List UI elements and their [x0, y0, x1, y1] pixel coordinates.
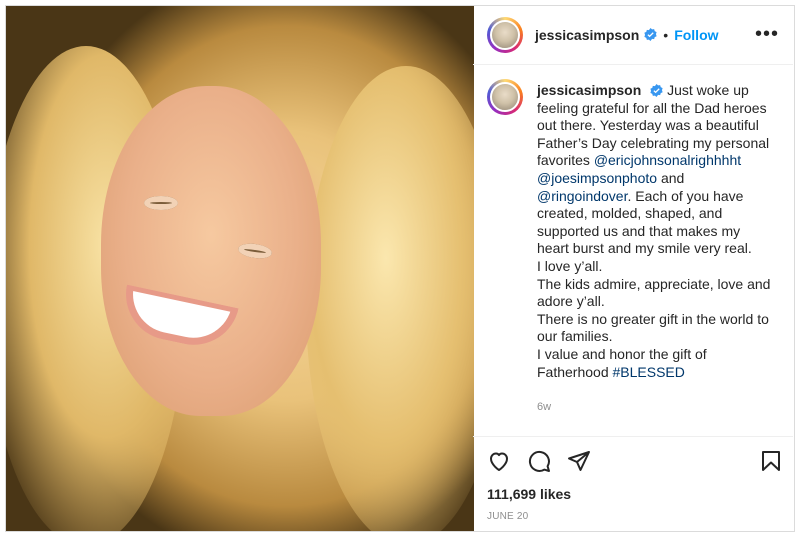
more-icon[interactable]: •••	[755, 23, 779, 46]
heart-icon[interactable]	[487, 449, 511, 473]
caption-line: heart burst and my smile very real.	[537, 240, 752, 257]
caption-text: and	[660, 169, 685, 186]
caption-line: The kids admire, appreciate, love and	[537, 275, 771, 292]
caption-line: out there. Yesterday was a beautiful	[537, 117, 759, 134]
likes-count[interactable]: 111,699 likes	[487, 486, 571, 502]
caption-line: I love y’all.	[537, 257, 603, 274]
caption-line: I value and honor the gift of	[537, 345, 707, 362]
verified-icon	[650, 84, 663, 97]
follow-button[interactable]: Follow	[674, 27, 718, 43]
post-photo[interactable]	[6, 6, 474, 531]
comment-icon[interactable]	[527, 449, 551, 473]
caption-line: There is no greater gift in the world to	[537, 310, 769, 327]
post-header: jessicasimpson • Follow •••	[473, 5, 793, 65]
caption-line: Father’s Day celebrating my personal	[537, 134, 770, 151]
caption-area: jessicasimpson Just woke up feeling grat…	[473, 65, 793, 437]
mention-link[interactable]: @ringoindover	[537, 188, 628, 204]
header-username[interactable]: jessicasimpson	[535, 27, 639, 43]
photo-face	[101, 86, 321, 416]
post-age[interactable]: 6w	[537, 401, 551, 413]
caption-text: Just woke up	[667, 82, 749, 98]
caption-line: our families.	[537, 328, 613, 345]
caption-line: adore y’all.	[537, 293, 605, 310]
mention-link[interactable]: @joesimpsonphoto	[537, 170, 657, 186]
caption-text: Fatherhood	[537, 363, 609, 380]
caption-line: created, molded, shaped, and	[537, 205, 723, 222]
avatar-image	[490, 19, 520, 50]
mention-link[interactable]: @ericjohnsonalrighhhht	[594, 152, 741, 168]
caption-username[interactable]: jessicasimpson	[537, 82, 641, 98]
hashtag-link[interactable]: #BLESSED	[613, 364, 685, 380]
action-bar	[473, 437, 793, 483]
caption-line: supported us and that makes my	[537, 222, 741, 239]
caption-avatar[interactable]	[487, 79, 523, 115]
caption-line: feeling grateful for all the Dad heroes	[537, 99, 767, 116]
photo-eye-left	[144, 196, 178, 210]
caption-text: . Each of you have	[627, 187, 744, 204]
photo-hair-right	[306, 66, 474, 531]
caption-text: favorites	[537, 152, 590, 169]
avatar[interactable]	[487, 16, 523, 53]
post-date: JUNE 20	[487, 511, 529, 522]
separator-dot: •	[663, 26, 669, 43]
verified-icon	[644, 28, 657, 41]
bookmark-icon[interactable]	[759, 449, 783, 473]
share-icon[interactable]	[567, 449, 591, 473]
caption-avatar-image	[490, 82, 520, 112]
caption: jessicasimpson Just woke up feeling grat…	[537, 82, 777, 381]
